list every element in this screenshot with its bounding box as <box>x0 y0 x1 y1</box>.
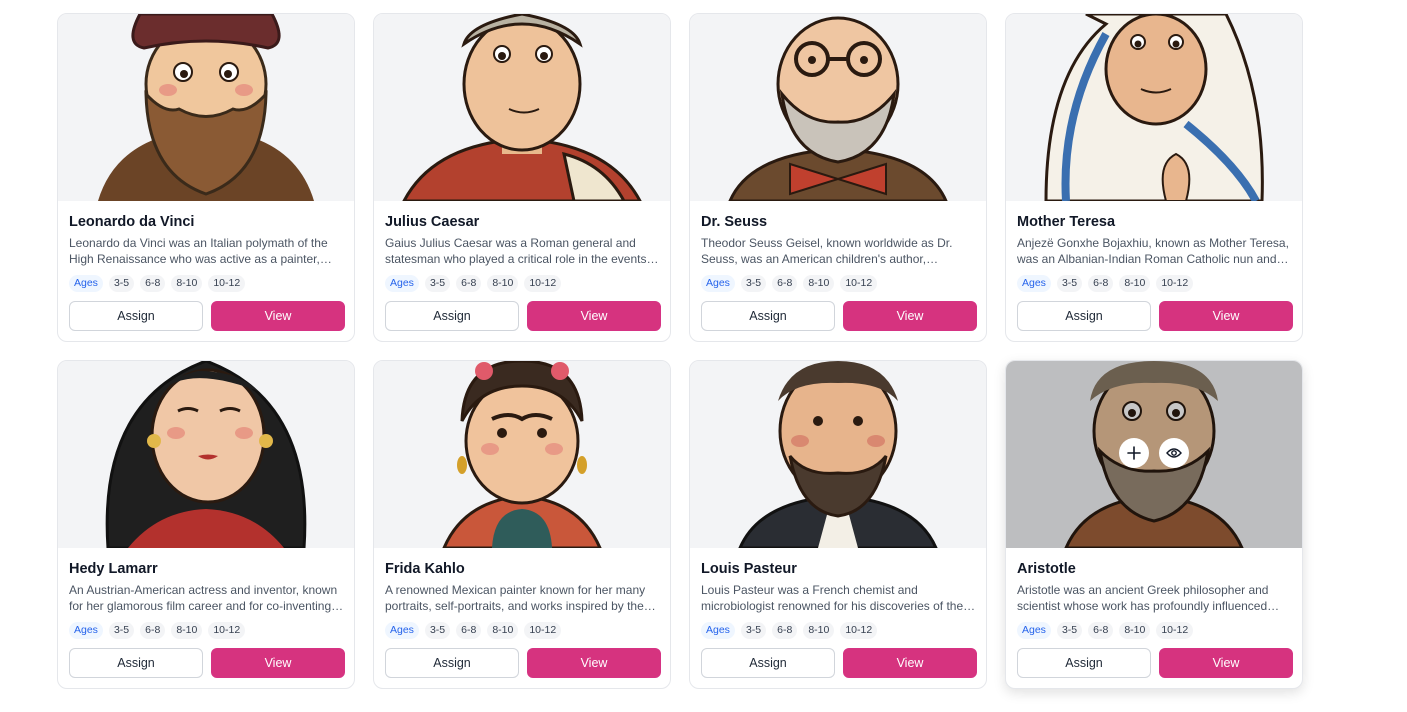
character-card[interactable]: Julius Caesar Gaius Julius Caesar was a … <box>373 13 671 342</box>
character-description: Theodor Seuss Geisel, known worldwide as… <box>701 236 953 266</box>
character-card[interactable]: Mother Teresa Anjezë Gonxhe Bojaxhiu, kn… <box>1005 13 1303 342</box>
age-tags: Ages 3-5 6-8 8-10 10-12 <box>701 622 878 639</box>
assign-button[interactable]: Assign <box>69 301 203 331</box>
character-name: Leonardo da Vinci <box>69 214 195 230</box>
age-range-badge: 8-10 <box>171 622 203 639</box>
assign-button[interactable]: Assign <box>701 301 835 331</box>
age-tags: Ages 3-5 6-8 8-10 10-12 <box>69 622 246 639</box>
character-name: Louis Pasteur <box>701 561 797 577</box>
portrait-image <box>690 361 986 548</box>
age-range-badge: 8-10 <box>1119 275 1151 292</box>
age-range-badge: 6-8 <box>140 275 166 292</box>
portrait-image <box>58 361 354 548</box>
view-button[interactable]: View <box>211 648 345 678</box>
age-range-badge: 3-5 <box>108 622 135 639</box>
assign-button[interactable]: Assign <box>69 648 203 678</box>
age-range-badge: 6-8 <box>456 275 482 292</box>
age-tags: Ages 3-5 6-8 8-10 10-12 <box>1017 275 1194 292</box>
character-card[interactable]: Leonardo da Vinci Leonardo da Vinci was … <box>57 13 355 342</box>
ages-label-badge: Ages <box>701 275 735 292</box>
character-name: Dr. Seuss <box>701 214 768 230</box>
age-range-badge: 3-5 <box>108 275 135 292</box>
age-tags: Ages 3-5 6-8 8-10 10-12 <box>1017 622 1194 639</box>
assign-button[interactable]: Assign <box>385 301 519 331</box>
age-tags: Ages 3-5 6-8 8-10 10-12 <box>69 275 246 292</box>
character-description: Anjezë Gonxhe Bojaxhiu, known as Mother … <box>1017 236 1289 266</box>
age-range-badge: 8-10 <box>803 275 835 292</box>
age-range-badge: 6-8 <box>456 622 482 639</box>
view-button[interactable]: View <box>1159 648 1293 678</box>
age-range-badge: 10-12 <box>1156 622 1194 639</box>
age-range-badge: 6-8 <box>140 622 166 639</box>
assign-button[interactable]: Assign <box>1017 648 1151 678</box>
assign-button[interactable]: Assign <box>385 648 519 678</box>
portrait-image <box>374 14 670 201</box>
hover-overlay <box>1006 361 1302 548</box>
character-name: Hedy Lamarr <box>69 561 158 577</box>
ages-label-badge: Ages <box>1017 622 1051 639</box>
age-range-badge: 6-8 <box>772 622 798 639</box>
character-card[interactable]: Frida Kahlo A renowned Mexican painter k… <box>373 360 671 689</box>
age-range-badge: 6-8 <box>1088 622 1114 639</box>
character-card[interactable]: Aristotle Aristotle was an ancient Greek… <box>1005 360 1303 689</box>
view-button[interactable]: View <box>1159 301 1293 331</box>
age-range-badge: 10-12 <box>1156 275 1194 292</box>
age-range-badge: 3-5 <box>740 622 767 639</box>
ages-label-badge: Ages <box>69 622 103 639</box>
age-range-badge: 3-5 <box>740 275 767 292</box>
character-description: Louis Pasteur was a French chemist and m… <box>701 583 964 613</box>
plus-icon[interactable] <box>1119 438 1149 468</box>
view-button[interactable]: View <box>843 648 977 678</box>
character-card[interactable]: Dr. Seuss Theodor Seuss Geisel, known wo… <box>689 13 987 342</box>
age-range-badge: 8-10 <box>171 275 203 292</box>
age-tags: Ages 3-5 6-8 8-10 10-12 <box>385 622 562 639</box>
character-description: An Austrian-American actress and invento… <box>69 583 338 613</box>
age-range-badge: 10-12 <box>524 622 562 639</box>
eye-icon[interactable] <box>1159 438 1189 468</box>
ages-label-badge: Ages <box>69 275 103 292</box>
assign-button[interactable]: Assign <box>1017 301 1151 331</box>
view-button[interactable]: View <box>211 301 345 331</box>
age-range-badge: 10-12 <box>208 622 246 639</box>
character-name: Julius Caesar <box>385 214 480 230</box>
age-range-badge: 6-8 <box>772 275 798 292</box>
age-tags: Ages 3-5 6-8 8-10 10-12 <box>385 275 562 292</box>
view-button[interactable]: View <box>527 301 661 331</box>
character-description: Aristotle was an ancient Greek philosoph… <box>1017 583 1269 613</box>
character-name: Frida Kahlo <box>385 561 465 577</box>
portrait-image <box>374 361 670 548</box>
age-range-badge: 6-8 <box>1088 275 1114 292</box>
character-description: A renowned Mexican painter known for her… <box>385 583 646 613</box>
age-range-badge: 3-5 <box>1056 275 1083 292</box>
assign-button[interactable]: Assign <box>701 648 835 678</box>
portrait-image <box>58 14 354 201</box>
age-range-badge: 10-12 <box>208 275 246 292</box>
age-range-badge: 3-5 <box>424 275 451 292</box>
ages-label-badge: Ages <box>701 622 735 639</box>
age-range-badge: 3-5 <box>424 622 451 639</box>
ages-label-badge: Ages <box>385 275 419 292</box>
character-name: Mother Teresa <box>1017 214 1116 230</box>
character-card[interactable]: Louis Pasteur Louis Pasteur was a French… <box>689 360 987 689</box>
age-tags: Ages 3-5 6-8 8-10 10-12 <box>701 275 878 292</box>
view-button[interactable]: View <box>843 301 977 331</box>
character-card[interactable]: Hedy Lamarr An Austrian-American actress… <box>57 360 355 689</box>
character-description: Gaius Julius Caesar was a Roman general … <box>385 236 647 266</box>
portrait-image <box>690 14 986 201</box>
age-range-badge: 10-12 <box>840 275 878 292</box>
character-grid: Leonardo da Vinci Leonardo da Vinci was … <box>57 13 1305 692</box>
age-range-badge: 8-10 <box>803 622 835 639</box>
view-button[interactable]: View <box>527 648 661 678</box>
ages-label-badge: Ages <box>385 622 419 639</box>
age-range-badge: 8-10 <box>487 275 519 292</box>
age-range-badge: 8-10 <box>487 622 519 639</box>
age-range-badge: 3-5 <box>1056 622 1083 639</box>
age-range-badge: 10-12 <box>840 622 878 639</box>
character-name: Aristotle <box>1017 561 1076 577</box>
character-description: Leonardo da Vinci was an Italian polymat… <box>69 236 328 266</box>
age-range-badge: 8-10 <box>1119 622 1151 639</box>
portrait-image <box>1006 14 1302 201</box>
ages-label-badge: Ages <box>1017 275 1051 292</box>
age-range-badge: 10-12 <box>524 275 562 292</box>
